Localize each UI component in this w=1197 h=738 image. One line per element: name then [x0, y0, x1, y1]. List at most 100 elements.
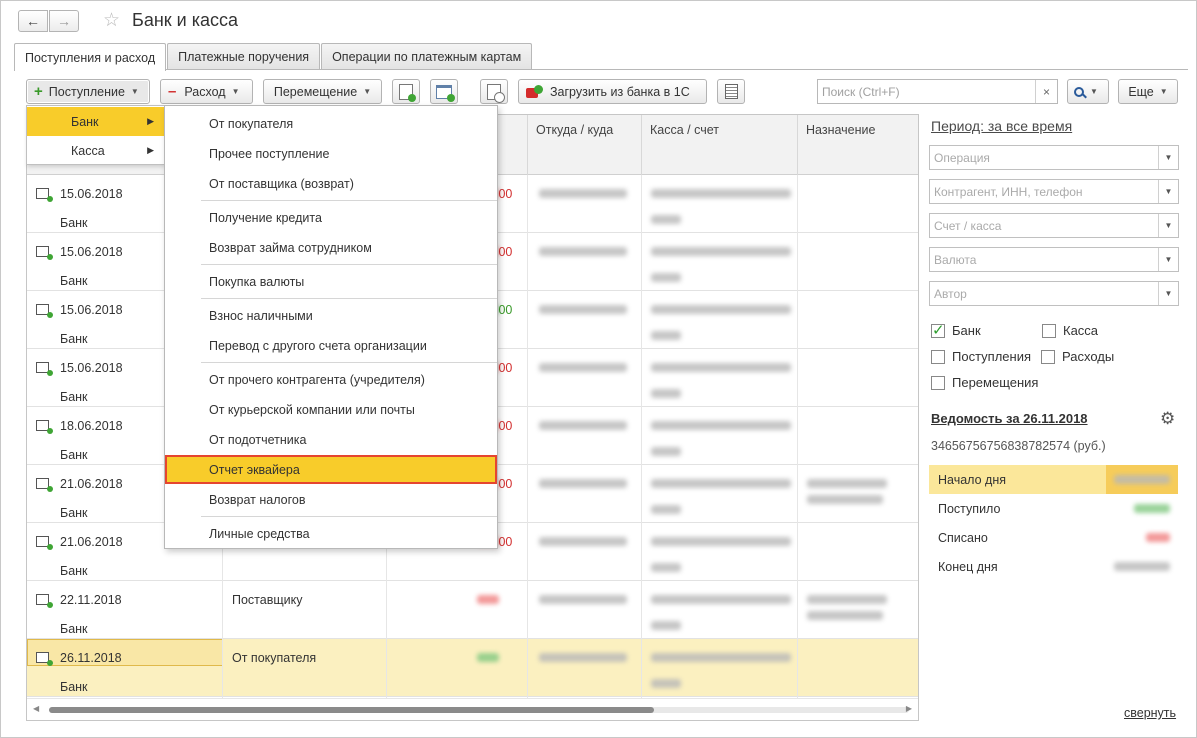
window: ← → ☆ Банк и касса Поступления и расход … — [0, 0, 1197, 738]
scroll-right-icon[interactable]: ▶ — [906, 704, 912, 713]
back-button[interactable]: ← — [18, 10, 48, 32]
expense-button[interactable]: – Расход ▼ — [160, 79, 253, 104]
tab-payment-orders[interactable]: Платежные поручения — [167, 43, 321, 70]
summary-received: Поступило — [929, 494, 1178, 523]
account-filter[interactable]: Счет / касса ▼ — [929, 213, 1179, 238]
table-row[interactable]: 26.11.2018 Банк От покупателя — [27, 639, 918, 697]
more-button[interactable]: Еще ▼ — [1118, 79, 1178, 104]
star-icon[interactable]: ☆ — [103, 9, 120, 32]
menu-separator — [201, 200, 497, 201]
menu-item-cash[interactable]: Касса ▶ — [27, 136, 164, 165]
close-icon[interactable]: × — [1035, 80, 1057, 103]
gear-icon[interactable]: ⚙ — [1160, 409, 1175, 429]
blurred-counterparty — [539, 537, 627, 546]
menu-item-from-buyer[interactable]: От покупателя — [165, 109, 497, 138]
search-button[interactable]: ▼ — [1067, 79, 1109, 104]
checkbox-bank[interactable]: Банк — [931, 321, 981, 339]
chevron-down-icon[interactable]: ▼ — [1158, 282, 1178, 305]
row-type: Банк — [60, 216, 88, 230]
arrow-right-icon: → — [57, 13, 71, 29]
income-button-label: Поступление — [48, 84, 125, 99]
checkbox-icon[interactable] — [1042, 323, 1056, 338]
bank-income-submenu: От покупателя Прочее поступление От пост… — [164, 105, 498, 549]
menu-separator — [201, 298, 497, 299]
row-date: 21.06.2018 — [60, 535, 123, 549]
chevron-down-icon[interactable]: ▼ — [1158, 248, 1178, 271]
chevron-down-icon[interactable]: ▼ — [1158, 180, 1178, 203]
menu-item-cash-deposit[interactable]: Взнос наличными — [165, 301, 497, 330]
menu-item-tax-refund[interactable]: Возврат налогов — [165, 485, 497, 514]
table-row[interactable]: 22.11.2018 Банк Поставщику — [27, 581, 918, 639]
checkbox-cash[interactable]: Касса — [1042, 323, 1098, 338]
horizontal-scrollbar[interactable]: ◀ ▶ — [27, 698, 918, 720]
column-account[interactable]: Касса / счет — [641, 115, 797, 175]
blurred-account — [651, 479, 791, 488]
row-type: Банк — [60, 506, 88, 520]
menu-item-personal-funds[interactable]: Личные средства — [165, 519, 497, 548]
menu-item-internal-transfer[interactable]: Перевод с другого счета организации — [165, 331, 497, 360]
operation-filter[interactable]: Операция ▼ — [929, 145, 1179, 170]
menu-item-accountable-person[interactable]: От подотчетника — [165, 425, 497, 454]
menu-item-supplier-refund[interactable]: От поставщика (возврат) — [165, 169, 497, 198]
summary-day-end: Конец дня — [929, 552, 1178, 581]
checkbox-icon[interactable] — [1041, 349, 1055, 364]
menu-item-employee-loan-return[interactable]: Возврат займа сотрудником — [165, 233, 497, 262]
plus-icon: + — [34, 83, 43, 100]
row-date: 15.06.2018 — [60, 245, 123, 259]
tab-card-operations[interactable]: Операции по платежным картам — [321, 43, 533, 70]
chevron-down-icon[interactable]: ▼ — [1158, 146, 1178, 169]
transfer-button[interactable]: Перемещение ▼ — [263, 79, 382, 104]
history-button[interactable] — [480, 79, 508, 104]
forward-button[interactable]: → — [49, 10, 79, 32]
document-clock-icon — [487, 83, 505, 103]
checkbox-icon[interactable] — [931, 349, 945, 364]
menu-item-loan-received[interactable]: Получение кредита — [165, 203, 497, 232]
bank-load-icon — [526, 84, 544, 99]
tab-income-expense[interactable]: Поступления и расход — [14, 43, 167, 71]
scroll-left-icon[interactable]: ◀ — [33, 704, 39, 713]
calendar-button[interactable] — [430, 79, 458, 104]
chevron-down-icon[interactable]: ▼ — [1158, 214, 1178, 237]
blurred-purpose — [807, 495, 883, 504]
income-button[interactable]: + Поступление ▼ — [26, 79, 150, 104]
row-date: 15.06.2018 — [60, 303, 123, 317]
period-link[interactable]: Период: за все время — [931, 118, 1072, 134]
load-from-bank-button[interactable]: Загрузить из банка в 1С — [518, 79, 707, 104]
blurred-account — [651, 247, 791, 256]
blurred-account — [651, 537, 791, 546]
menu-item-currency-purchase[interactable]: Покупка валюты — [165, 267, 497, 296]
checkbox-icon[interactable] — [931, 375, 945, 390]
scroll-thumb[interactable] — [49, 707, 654, 713]
counterparty-filter[interactable]: Контрагент, ИНН, телефон ▼ — [929, 179, 1179, 204]
menu-item-bank[interactable]: Банк ▶ — [27, 107, 164, 136]
row-type: Банк — [60, 332, 88, 346]
checkbox-expense[interactable]: Расходы — [1041, 349, 1114, 364]
checkbox-checked-icon[interactable] — [931, 321, 945, 339]
statement-link[interactable]: Ведомость за 26.11.2018 — [931, 411, 1088, 426]
create-copy-button[interactable] — [392, 79, 420, 104]
menu-item-acquirer-report[interactable]: Отчет эквайера — [165, 455, 497, 484]
search-input[interactable]: Поиск (Ctrl+F) × — [817, 79, 1058, 104]
menu-separator — [201, 516, 497, 517]
arrow-left-icon: ← — [26, 13, 40, 29]
menu-item-other-income[interactable]: Прочее поступление — [165, 139, 497, 168]
column-purpose[interactable]: Назначение — [797, 115, 918, 175]
currency-filter[interactable]: Валюта ▼ — [929, 247, 1179, 272]
menu-item-other-counterparty[interactable]: От прочего контрагента (учредителя) — [165, 365, 497, 394]
report-button[interactable] — [717, 79, 745, 104]
document-posted-icon — [36, 536, 53, 550]
blurred-account — [651, 505, 681, 514]
author-filter[interactable]: Автор ▼ — [929, 281, 1179, 306]
checkbox-label: Расходы — [1062, 349, 1115, 364]
checkbox-income[interactable]: Поступления — [931, 349, 1031, 364]
checkbox-transfers[interactable]: Перемещения — [931, 375, 1038, 390]
column-from-to[interactable]: Откуда / куда — [527, 115, 641, 175]
collapse-link[interactable]: свернуть — [1124, 706, 1176, 720]
blurred-account — [651, 421, 791, 430]
document-add-icon — [399, 83, 416, 102]
blurred-value — [1146, 533, 1170, 542]
menu-item-courier-post[interactable]: От курьерской компании или почты — [165, 395, 497, 424]
column-divider — [527, 175, 528, 698]
blurred-account — [651, 331, 681, 340]
checkbox-label: Поступления — [952, 349, 1032, 364]
